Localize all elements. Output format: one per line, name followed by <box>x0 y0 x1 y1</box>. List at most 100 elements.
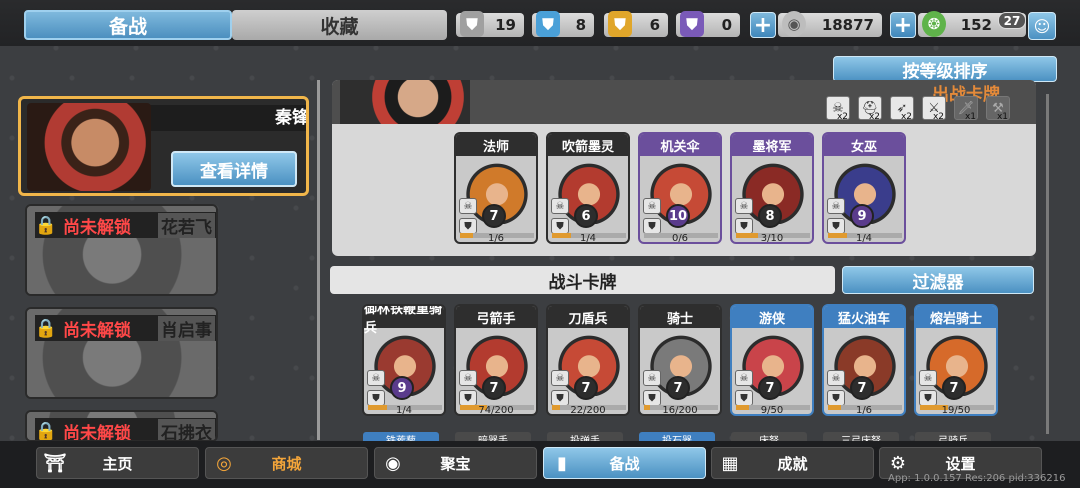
unit-class-icon: ⛊ <box>459 218 477 234</box>
unit-card[interactable]: 御林铁鞭重骑兵 ☠ ⛊ 9 1/4 <box>362 304 446 416</box>
card-count: 0/6 <box>671 233 689 244</box>
lock-icon: 🔒 <box>34 214 58 236</box>
nav-label: 备战 <box>609 454 640 473</box>
card-count: 1/4 <box>855 233 873 244</box>
unit-card[interactable]: 女巫 ☠ ⛊ 9 1/4 <box>822 132 906 244</box>
hero-card-selected[interactable]: 秦锋 查看详情 <box>18 96 309 196</box>
locked-status: 尚未解锁 <box>63 217 131 238</box>
unit-type-icon: ☠ <box>827 370 845 386</box>
card-count: 1/6 <box>855 405 873 416</box>
locked-hero-name: 肖启事 <box>158 315 215 341</box>
unit-class-icon: ⛊ <box>551 390 569 406</box>
skill-multiplier: x1 <box>964 112 976 122</box>
hero-card-locked[interactable]: 🔒 尚未解锁 石拂衣 <box>25 410 218 442</box>
locked-hero-name: 石拂衣 <box>158 418 215 440</box>
lock-icon: 🔒 <box>34 420 58 442</box>
battle-cards-title: 战斗卡牌 <box>330 266 835 294</box>
hero-list-scrollbar[interactable] <box>317 80 320 440</box>
card-count: 9/50 <box>760 405 784 416</box>
unit-card[interactable]: 法师 ☠ ⛊ 7 1/6 <box>454 132 538 244</box>
unit-type-icon: ☠ <box>551 198 569 214</box>
nav-label: 聚宝 <box>440 454 471 473</box>
profile-icon[interactable]: ☺ <box>1028 12 1056 40</box>
unit-card[interactable]: 游侠 ☠ ⛊ 7 9/50 <box>730 304 814 416</box>
cost-badge: 7 <box>574 376 598 400</box>
nav-label: 设置 <box>945 454 976 473</box>
card-list-scrollbar[interactable] <box>1046 94 1049 434</box>
cost-badge: 8 <box>758 204 782 228</box>
axe-icon: ⚒ x1 <box>986 96 1010 122</box>
gems-value: 152 <box>960 16 992 34</box>
unit-class-icon: ⛊ <box>367 390 385 406</box>
nav-label: 商城 <box>271 454 302 473</box>
unit-class-icon: ⛊ <box>827 390 845 406</box>
grid-icon: ▦ <box>721 452 739 474</box>
unit-type-icon: ☠ <box>643 370 661 386</box>
add-coins-button[interactable]: + <box>750 12 776 38</box>
commander-portrait <box>340 80 470 124</box>
nav-gate[interactable]: ⛩ 主页 <box>36 447 199 479</box>
unit-type-icon: ☠ <box>827 198 845 214</box>
cost-badge: 10 <box>666 204 690 228</box>
tab-prepare[interactable]: 备战 <box>24 10 232 40</box>
unit-card[interactable]: 熔岩骑士 ☠ ⛊ 7 19/50 <box>914 304 998 416</box>
coins-value: 18877 <box>821 16 874 34</box>
unit-card[interactable]: 机关伞 ☠ ⛊ 10 0/6 <box>638 132 722 244</box>
nav-card[interactable]: ▮ 备战 <box>543 447 706 479</box>
lock-banner: 🔒 尚未解锁 肖启事 <box>35 315 216 341</box>
purple-shield-icon: ⛊ <box>680 11 704 37</box>
jade-icon: ❂ <box>922 11 946 37</box>
card-name: 吹箭墨灵 <box>548 134 628 156</box>
nav-eye[interactable]: ◉ 聚宝 <box>374 447 537 479</box>
unit-card[interactable]: 吹箭墨灵 ☠ ⛊ 6 1/4 <box>546 132 630 244</box>
unit-card[interactable]: 墨将军 ☠ ⛊ 8 3/10 <box>730 132 814 244</box>
add-gems-button[interactable]: + <box>890 12 916 38</box>
coins-counter: ◉ 18877 <box>778 11 882 37</box>
unit-class-icon: ⛊ <box>919 390 937 406</box>
card-count: 3/10 <box>760 233 784 244</box>
gear-icon: ⚙ <box>889 452 907 474</box>
hero-card-locked[interactable]: 🔒 尚未解锁 花若飞 <box>25 204 218 296</box>
skill-multiplier: x1 <box>996 112 1008 122</box>
silver-shield-icon: ⛊ <box>460 11 484 37</box>
skull-icon: ☠ x2 <box>826 96 850 122</box>
lock-banner: 🔒 尚未解锁 石拂衣 <box>34 418 216 442</box>
unit-card[interactable]: 骑士 ☠ ⛊ 7 16/200 <box>638 304 722 416</box>
unit-card[interactable]: 弓箭手 ☠ ⛊ 7 74/200 <box>454 304 538 416</box>
resource-purple-value: 0 <box>721 16 732 34</box>
nav-coins[interactable]: ◎ 商城 <box>205 447 368 479</box>
coins-icon: ◎ <box>216 452 232 474</box>
unit-type-icon: ☠ <box>459 370 477 386</box>
deck-header: 出战卡牌 ☠ x2 ⛑ x2 ➶ x2 ⚔ x2 🗡 x1 ⚒ x1 <box>332 80 1036 124</box>
nav-label: 成就 <box>777 454 808 473</box>
hero-card-locked[interactable]: 🔒 尚未解锁 肖启事 <box>25 307 218 399</box>
locked-hero-name: 花若飞 <box>158 212 215 238</box>
nav-grid[interactable]: ▦ 成就 <box>711 447 874 479</box>
card-count: 1/4 <box>579 233 597 244</box>
tab-collection[interactable]: 收藏 <box>232 10 447 40</box>
resource-blue-value: 8 <box>575 16 586 34</box>
card-name: 女巫 <box>824 134 904 156</box>
nav-label: 主页 <box>102 454 133 473</box>
view-details-button[interactable]: 查看详情 <box>171 151 297 187</box>
resource-gold-value: 6 <box>649 16 660 34</box>
version-info: App: 1.0.0.157 Res:206 pid:336216 <box>888 473 1066 484</box>
card-name: 骑士 <box>640 306 720 328</box>
swords-icon: ⚔ x2 <box>922 96 946 122</box>
unit-card[interactable]: 刀盾兵 ☠ ⛊ 7 22/200 <box>546 304 630 416</box>
gate-icon: ⛩ <box>43 452 67 474</box>
gold-shield-icon: ⛊ <box>608 11 632 37</box>
resource-silver-shield: ⛊ 19 <box>456 11 524 37</box>
deck-panel: 出战卡牌 ☠ x2 ⛑ x2 ➶ x2 ⚔ x2 🗡 x1 ⚒ x1 法师 ☠ ⛊ 7 1/6 吹箭墨灵 ☠ ⛊ 6 1… <box>332 80 1036 256</box>
cost-badge: 6 <box>574 204 598 228</box>
unit-card[interactable]: 猛火油车 ☠ ⛊ 7 1/6 <box>822 304 906 416</box>
filter-button[interactable]: 过滤器 <box>842 266 1034 294</box>
unit-class-icon: ⛊ <box>735 218 753 234</box>
coin-icon: ◉ <box>782 11 806 37</box>
blue-shield-icon: ⛊ <box>536 11 560 37</box>
sort-by-level-button[interactable]: 按等级排序 <box>833 56 1057 82</box>
card-count: 16/200 <box>662 405 698 416</box>
lock-banner: 🔒 尚未解锁 花若飞 <box>34 212 216 238</box>
card-count: 1/6 <box>487 233 505 244</box>
cost-badge: 7 <box>482 204 506 228</box>
